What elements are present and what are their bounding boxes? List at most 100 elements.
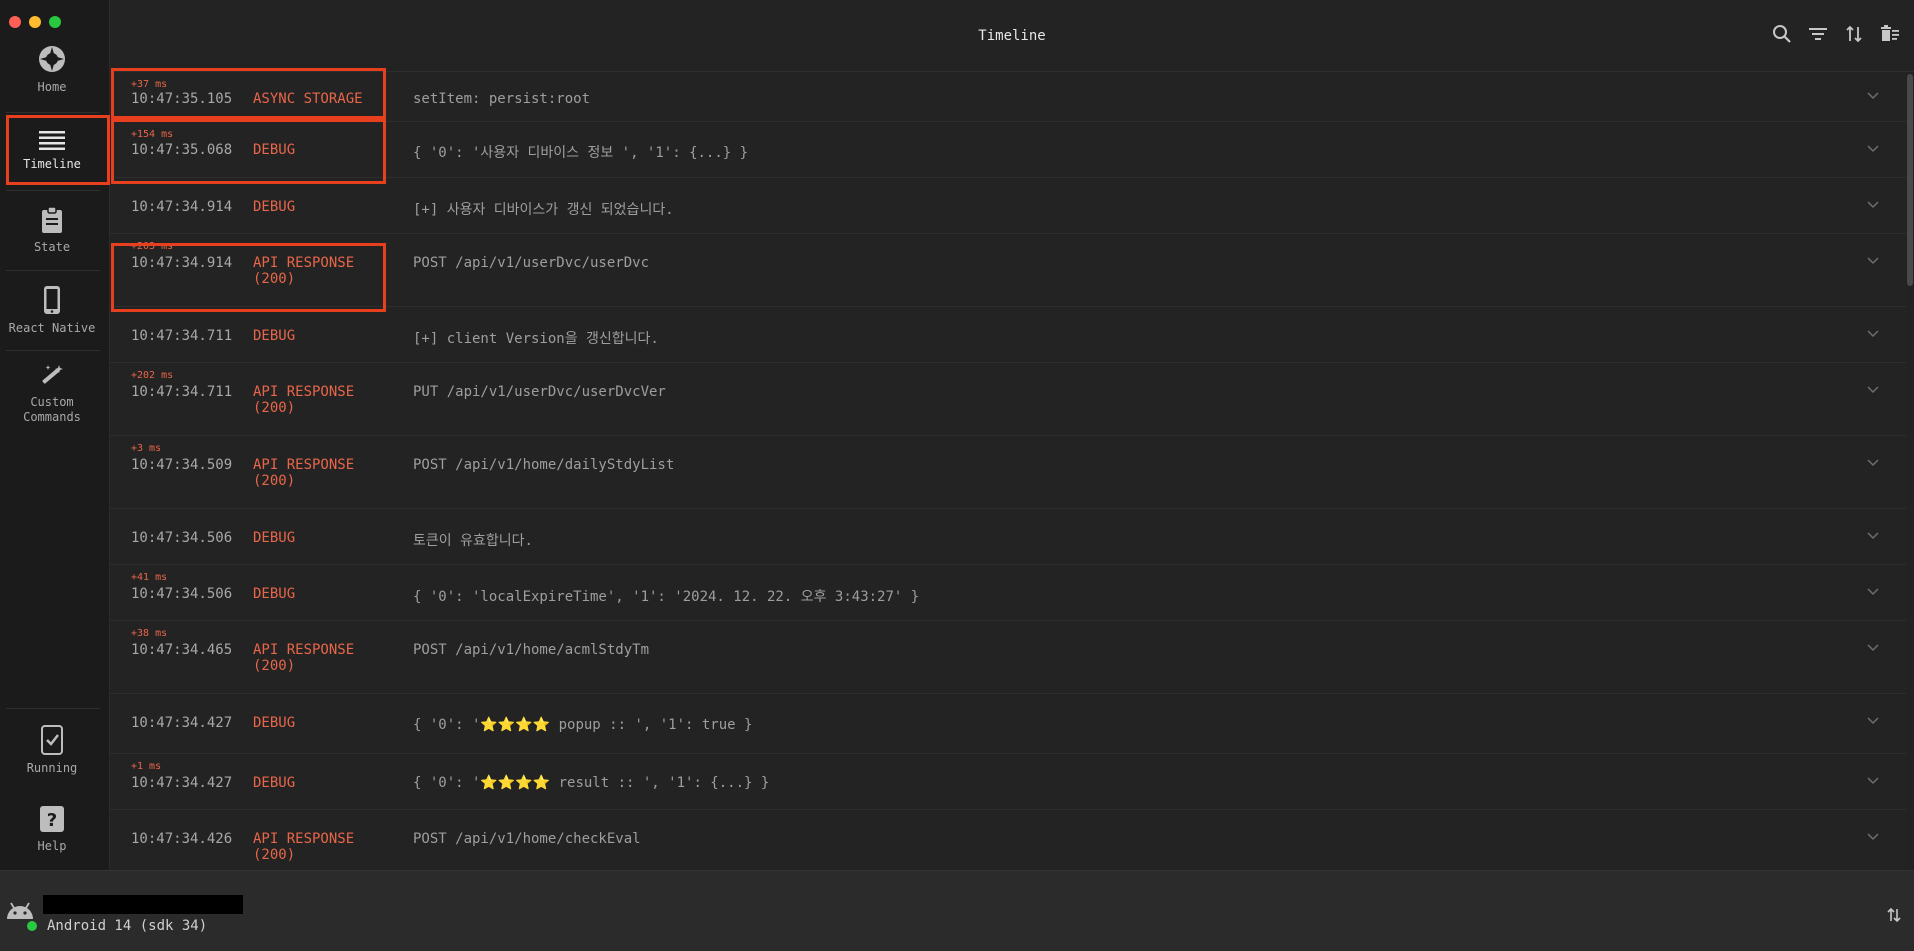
sidebar-item-state[interactable]: State: [0, 202, 104, 258]
event-type: API RESPONSE (200): [253, 384, 355, 416]
event-type: DEBUG: [253, 530, 296, 546]
divider: [6, 112, 100, 113]
filter-icon[interactable]: [1808, 24, 1828, 44]
minimize-window-button[interactable]: [29, 16, 41, 28]
divider: [6, 190, 100, 191]
close-window-button[interactable]: [9, 16, 21, 28]
timestamp: 10:47:34.509: [131, 457, 233, 473]
event-type: DEBUG: [253, 142, 296, 158]
sidebar-item-help[interactable]: ? Help: [0, 802, 104, 856]
event-message: { '0': 'localExpireTime', '1': '2024. 12…: [413, 589, 920, 605]
timestamp: 10:47:34.914: [131, 255, 233, 271]
chevron-down-icon[interactable]: [1866, 640, 1880, 654]
delta-time: +202 ms: [131, 370, 174, 381]
chevron-down-icon[interactable]: [1866, 88, 1880, 102]
divider: [6, 708, 100, 709]
event-message: { '0': '사용자 디바이스 정보 ', '1': {...} }: [413, 145, 749, 161]
timeline-row[interactable]: 10:47:34.427 DEBUG { '0': '⭐⭐⭐⭐ popup ::…: [110, 694, 1906, 754]
android-icon: [7, 902, 33, 919]
timestamp: 10:47:34.711: [131, 384, 233, 400]
timeline-row[interactable]: +202 ms 10:47:34.711 API RESPONSE (200) …: [110, 363, 1906, 436]
timeline-row[interactable]: +41 ms 10:47:34.506 DEBUG { '0': 'localE…: [110, 565, 1906, 621]
sidebar-item-home[interactable]: Home: [0, 40, 104, 98]
event-type: API RESPONSE (200): [253, 255, 355, 287]
timeline-row[interactable]: +3 ms 10:47:34.509 API RESPONSE (200) PO…: [110, 436, 1906, 509]
event-message: { '0': '⭐⭐⭐⭐ popup :: ', '1': true }: [413, 717, 753, 733]
sidebar-item-label: Home: [37, 79, 67, 94]
sidebar-item-running[interactable]: Running: [0, 722, 104, 778]
event-type: DEBUG: [253, 328, 296, 344]
magic-wand-icon: [42, 365, 63, 384]
event-type: DEBUG: [253, 715, 296, 731]
delta-time: +41 ms: [131, 572, 168, 583]
sidebar-item-react-native[interactable]: React Native: [0, 282, 104, 338]
running-icon: [41, 724, 63, 755]
event-type: API RESPONSE (200): [253, 642, 355, 674]
timeline-row[interactable]: +154 ms 10:47:35.068 DEBUG { '0': '사용자 디…: [110, 122, 1906, 178]
help-icon: ?: [40, 805, 64, 832]
event-type: DEBUG: [253, 199, 296, 215]
event-message: POST /api/v1/userDvc/userDvc: [413, 255, 650, 271]
timestamp: 10:47:34.914: [131, 199, 233, 215]
timeline-list: +37 ms 10:47:35.105 ASYNC STORAGE setIte…: [110, 72, 1906, 870]
timeline-row[interactable]: +1 ms 10:47:34.427 DEBUG { '0': '⭐⭐⭐⭐ re…: [110, 754, 1906, 810]
event-message: [+] 사용자 디바이스가 갱신 되었습니다.: [413, 202, 674, 218]
event-message: POST /api/v1/home/dailyStdyList: [413, 457, 675, 473]
event-message: setItem: persist:root: [413, 91, 591, 107]
sort-icon[interactable]: [1844, 24, 1864, 44]
timestamp: 10:47:34.427: [131, 715, 233, 731]
delta-time: +203 ms: [131, 241, 174, 252]
sidebar-item-label: Help: [37, 838, 67, 853]
event-type: ASYNC STORAGE: [253, 91, 363, 107]
home-icon: [39, 45, 65, 72]
event-type: DEBUG: [253, 775, 296, 791]
timeline-row[interactable]: 10:47:34.711 DEBUG [+] client Version을 갱…: [110, 307, 1906, 363]
sidebar-item-label: Custom Commands: [23, 395, 81, 424]
chevron-down-icon[interactable]: [1866, 382, 1880, 396]
connection-status-indicator: [27, 921, 37, 931]
chevron-down-icon[interactable]: [1866, 253, 1880, 267]
timeline-row[interactable]: +37 ms 10:47:35.105 ASYNC STORAGE setIte…: [110, 72, 1906, 122]
delta-time: +3 ms: [131, 443, 162, 454]
clear-timeline-icon[interactable]: [1880, 24, 1900, 44]
timeline-row[interactable]: 10:47:34.426 API RESPONSE (200) POST /ap…: [110, 810, 1906, 870]
event-message: POST /api/v1/home/checkEval: [413, 831, 641, 847]
window-controls: [9, 16, 61, 28]
delta-time: +37 ms: [131, 79, 168, 90]
timeline-row[interactable]: +38 ms 10:47:34.465 API RESPONSE (200) P…: [110, 621, 1906, 694]
chevron-down-icon[interactable]: [1866, 326, 1880, 340]
event-message: POST /api/v1/home/acmlStdyTm: [413, 642, 650, 658]
chevron-down-icon[interactable]: [1866, 584, 1880, 598]
timestamp: 10:47:35.068: [131, 142, 233, 158]
maximize-window-button[interactable]: [49, 16, 61, 28]
timestamp: 10:47:34.465: [131, 642, 233, 658]
delta-time: +1 ms: [131, 761, 162, 772]
chevron-down-icon[interactable]: [1866, 528, 1880, 542]
search-icon[interactable]: [1772, 24, 1792, 44]
event-type: API RESPONSE (200): [253, 457, 355, 489]
chevron-down-icon[interactable]: [1866, 455, 1880, 469]
sidebar-item-label: React Native: [8, 320, 96, 335]
device-name-redacted: [43, 895, 243, 914]
chevron-down-icon[interactable]: [1866, 713, 1880, 727]
device-os-label: Android 14 (sdk 34): [47, 918, 208, 934]
chevron-down-icon[interactable]: [1866, 773, 1880, 787]
timeline-row[interactable]: +203 ms 10:47:34.914 API RESPONSE (200) …: [110, 234, 1906, 307]
event-type: API RESPONSE (200): [253, 831, 355, 863]
timestamp: 10:47:34.711: [131, 328, 233, 344]
app-window: Home Timeline State React Native Custom …: [0, 0, 1914, 951]
switch-device-icon[interactable]: [1886, 907, 1902, 923]
clipboard-icon: [42, 205, 62, 233]
scrollbar-thumb[interactable]: [1907, 74, 1913, 286]
sidebar-item-custom-commands[interactable]: Custom Commands: [0, 362, 104, 426]
sidebar-item-label: State: [33, 239, 71, 254]
event-type: DEBUG: [253, 586, 296, 602]
timeline-row[interactable]: 10:47:34.506 DEBUG 토큰이 유효합니다.: [110, 509, 1906, 565]
timeline-row[interactable]: 10:47:34.914 DEBUG [+] 사용자 디바이스가 갱신 되었습니…: [110, 178, 1906, 234]
page-title: Timeline: [978, 28, 1046, 44]
sidebar-item-label: Running: [26, 760, 78, 775]
phone-icon: [44, 285, 60, 314]
chevron-down-icon[interactable]: [1866, 141, 1880, 155]
chevron-down-icon[interactable]: [1866, 829, 1880, 843]
chevron-down-icon[interactable]: [1866, 197, 1880, 211]
